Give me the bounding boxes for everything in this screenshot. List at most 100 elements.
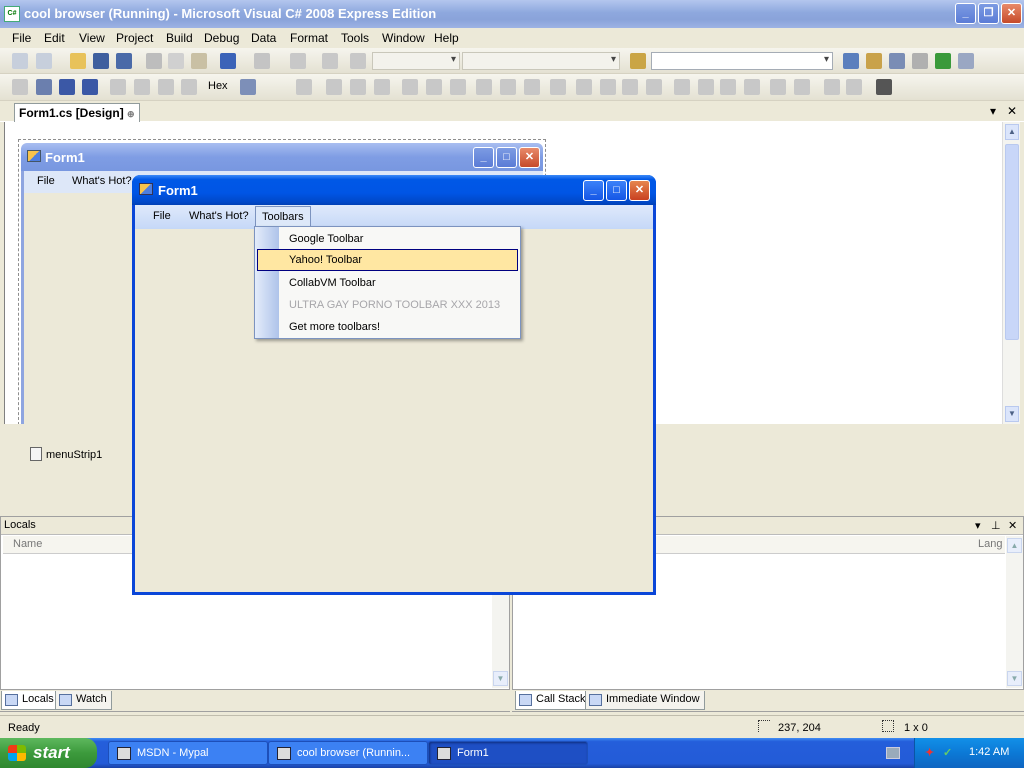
menu-build[interactable]: Build [166,31,193,45]
break-all-icon[interactable] [36,79,52,95]
close-panel-icon[interactable]: ✕ [1008,519,1017,532]
form1-menu-toolbars[interactable]: Toolbars [255,206,311,228]
remove-h-spacing-icon[interactable] [646,79,662,95]
form1-title-bar[interactable]: Form1 _ □ ✕ [132,175,656,205]
align-bottoms-icon[interactable] [450,79,466,95]
tab-locals[interactable]: Locals [1,691,59,710]
align-middles-icon[interactable] [426,79,442,95]
toolbox-icon[interactable] [912,53,928,69]
save-icon[interactable] [93,53,109,69]
menu-debug[interactable]: Debug [204,31,239,45]
align-centers-icon[interactable] [350,79,366,95]
close-document-icon[interactable]: ✕ [1007,104,1017,118]
paste-icon[interactable] [191,53,207,69]
active-files-dropdown-icon[interactable]: ▾ [990,104,996,118]
window-position-icon[interactable]: ▾ [975,519,981,532]
scroll-up-icon[interactable]: ▲ [1007,538,1022,553]
undo-icon[interactable] [220,53,236,69]
language-bar-icon[interactable] [886,747,900,759]
other-windows-icon[interactable] [958,53,974,69]
align-lefts-icon[interactable] [326,79,342,95]
send-to-back-icon[interactable] [846,79,862,95]
tab-call-stack[interactable]: Call Stack [515,691,591,710]
menu-item-collabvm-toolbar[interactable]: CollabVM Toolbar [257,272,518,294]
scroll-down-icon[interactable]: ▼ [1007,671,1022,686]
scroll-down-icon[interactable]: ▼ [1005,406,1019,422]
scroll-thumb[interactable] [1005,144,1019,340]
start-button[interactable]: start [0,738,97,768]
solution-configuration-select[interactable] [372,52,460,70]
solution-platform-select[interactable] [462,52,620,70]
continue-icon[interactable] [12,79,28,95]
menu-item-get-more-toolbars[interactable]: Get more toolbars! [257,316,518,338]
step-over-icon[interactable] [158,79,174,95]
start-page-icon[interactable] [935,53,951,69]
restore-button[interactable]: ❐ [978,3,999,24]
tab-order-icon[interactable] [876,79,892,95]
menu-format[interactable]: Format [290,31,328,45]
form1-menu-whats-hot[interactable]: What's Hot? [183,209,255,223]
add-item-icon[interactable] [36,53,52,69]
form1-minimize-button[interactable]: _ [583,180,604,201]
redo-icon[interactable] [254,53,270,69]
form1-menu-file[interactable]: File [147,209,177,223]
menu-tools[interactable]: Tools [341,31,369,45]
make-same-height-icon[interactable] [500,79,516,95]
open-folder-icon[interactable] [70,53,86,69]
size-to-grid-icon[interactable] [550,79,566,95]
make-same-width-icon[interactable] [476,79,492,95]
remove-v-spacing-icon[interactable] [744,79,760,95]
solution-explorer-icon[interactable] [843,53,859,69]
find-in-files-icon[interactable] [630,53,646,69]
design-menu-file[interactable]: File [37,175,55,187]
stop-debugging-icon[interactable] [59,79,75,95]
vertical-spacing-icon[interactable] [674,79,690,95]
navigate-backward-icon[interactable] [290,53,306,69]
form1-close-button[interactable]: ✕ [629,180,650,201]
save-all-icon[interactable] [116,53,132,69]
auto-hide-pin-icon[interactable]: ⊥ [991,519,1001,532]
align-rights-icon[interactable] [374,79,390,95]
align-to-grid-icon[interactable] [296,79,312,95]
properties-icon[interactable] [866,53,882,69]
vs-title-bar[interactable]: C# cool browser (Running) - Microsoft Vi… [0,0,1024,28]
form1-maximize-button[interactable]: □ [606,180,627,201]
find-input[interactable] [651,52,833,70]
menu-file[interactable]: File [12,31,31,45]
tab-watch[interactable]: Watch [55,691,112,710]
tray-app-icon[interactable]: ✦ [925,746,939,760]
tab-form1-design[interactable]: Form1.cs [Design] ⊕ [14,103,140,122]
make-same-size-icon[interactable] [524,79,540,95]
designer-vertical-scrollbar[interactable]: ▲ ▼ [1002,122,1020,424]
hex-toggle[interactable]: Hex [208,80,228,92]
navigate-forward-icon[interactable] [322,53,338,69]
object-browser-icon[interactable] [889,53,905,69]
increase-v-spacing-icon[interactable] [698,79,714,95]
cut-icon[interactable] [146,53,162,69]
menu-item-google-toolbar[interactable]: Google Toolbar [257,228,518,250]
step-out-icon[interactable] [181,79,197,95]
restart-icon[interactable] [82,79,98,95]
menu-item-yahoo-toolbar[interactable]: Yahoo! Toolbar [257,249,518,271]
horizontal-spacing-icon[interactable] [576,79,592,95]
menu-help[interactable]: Help [434,31,459,45]
call-stack-scrollbar[interactable]: ▲ ▼ [1006,536,1023,688]
bring-to-front-icon[interactable] [824,79,840,95]
scroll-up-icon[interactable]: ▲ [1005,124,1019,140]
center-vertically-icon[interactable] [794,79,810,95]
menu-project[interactable]: Project [116,31,153,45]
task-msdn-mypal[interactable]: MSDN - Mypal [108,741,268,765]
decrease-v-spacing-icon[interactable] [720,79,736,95]
increase-h-spacing-icon[interactable] [600,79,616,95]
menustrip-component[interactable]: menuStrip1 [46,449,102,461]
clock[interactable]: 1:42 AM [969,746,1009,758]
menu-view[interactable]: View [79,31,105,45]
copy-icon[interactable] [168,53,184,69]
new-project-icon[interactable] [12,53,28,69]
breakpoints-window-icon[interactable] [240,79,256,95]
menu-window[interactable]: Window [382,31,425,45]
menu-data[interactable]: Data [251,31,276,45]
network-icon[interactable]: ✓ [943,746,957,760]
start-debugging-icon[interactable] [350,53,366,69]
minimize-button[interactable]: _ [955,3,976,24]
